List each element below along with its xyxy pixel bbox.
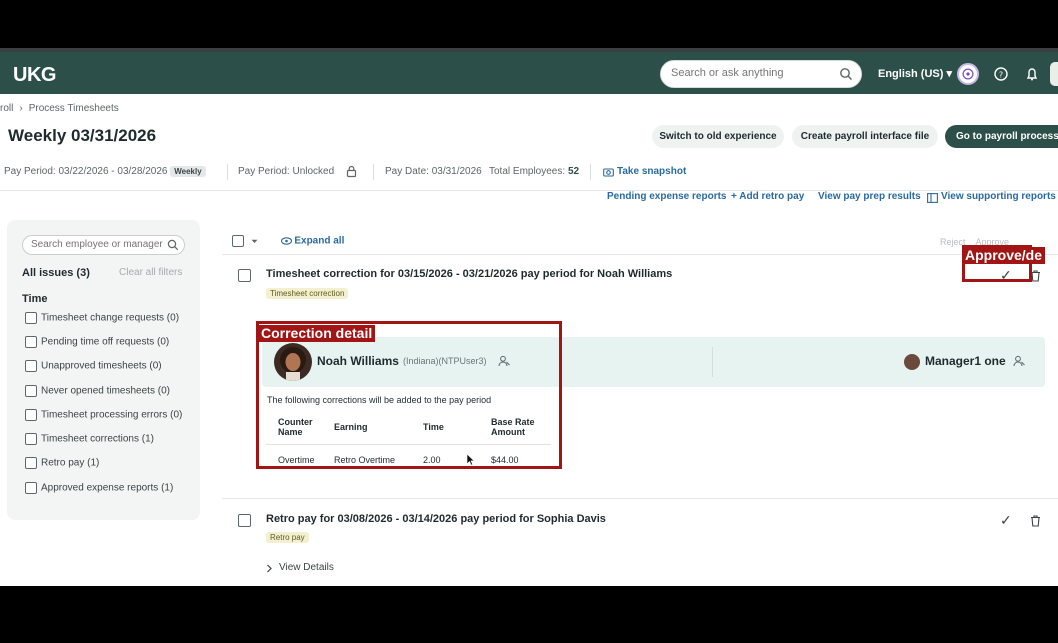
- view-supporting-reports-link[interactable]: View supporting reports: [941, 191, 1056, 202]
- breadcrumb-separator: ›: [19, 103, 23, 114]
- pay-period-value: Pay Period: 03/22/2026 - 03/28/2026: [4, 166, 168, 177]
- checkbox[interactable]: [25, 360, 37, 372]
- filter-pending-time-off[interactable]: Pending time off requests (0): [25, 336, 169, 348]
- checkbox[interactable]: [25, 482, 37, 494]
- clear-filters-link[interactable]: Clear all filters: [119, 267, 182, 278]
- search-icon: [167, 239, 179, 251]
- ukg-logo: UKG: [13, 64, 56, 86]
- pay-date: Pay Date: 03/31/2026: [385, 166, 482, 177]
- breadcrumb-process-timesheets[interactable]: Process Timesheets: [29, 103, 119, 114]
- global-search[interactable]: [660, 60, 862, 88]
- view-details-link[interactable]: View Details: [279, 562, 334, 573]
- filter-label: Never opened timesheets (0): [41, 385, 170, 397]
- divider: [373, 164, 374, 180]
- item-title-retro-pay: Retro pay for 03/08/2026 - 03/14/2026 pa…: [266, 513, 606, 525]
- employee-search-input[interactable]: [31, 239, 166, 250]
- divider: [222, 498, 1058, 499]
- filter-unapproved-timesheets[interactable]: Unapproved timesheets (0): [25, 360, 162, 372]
- timesheet-correction-tag: Timesheet correction: [266, 288, 349, 299]
- divider: [712, 347, 713, 377]
- retro-pay-tag: Retro pay: [266, 532, 309, 543]
- weekly-tag: Weekly: [170, 166, 206, 177]
- checkbox[interactable]: [25, 312, 37, 324]
- camera-icon: [603, 168, 614, 177]
- filter-label: Timesheet processing errors (0): [41, 409, 183, 421]
- pay-period-text: Pay Period: 03/22/2026 - 03/28/2026 Week…: [4, 166, 206, 177]
- divider: [222, 254, 1058, 255]
- filter-label: Approved expense reports (1): [41, 482, 174, 494]
- select-all-checkbox[interactable]: [232, 235, 244, 247]
- breadcrumb: roll › Process Timesheets: [0, 103, 125, 114]
- add-retro-pay-link[interactable]: + Add retro pay: [731, 191, 804, 202]
- filter-timesheet-corrections[interactable]: Timesheet corrections (1): [25, 433, 154, 445]
- user-avatar-icon[interactable]: [957, 63, 979, 85]
- total-employees-count: 52: [567, 166, 580, 177]
- divider: [590, 164, 591, 180]
- list-toolbar: Expand all: [232, 235, 344, 247]
- filter-label: Retro pay (1): [41, 457, 100, 469]
- filter-never-opened[interactable]: Never opened timesheets (0): [25, 385, 170, 397]
- switch-old-experience-button[interactable]: Switch to old experience: [652, 125, 784, 148]
- correction-detail-annotation: [256, 321, 562, 469]
- approve-label: Approve/de: [962, 247, 1046, 264]
- all-issues-label: All issues (3): [22, 267, 90, 279]
- help-icon[interactable]: ?: [990, 63, 1012, 85]
- eye-icon: [280, 237, 292, 245]
- search-icon: [840, 68, 852, 80]
- take-snapshot-link[interactable]: Take snapshot: [617, 166, 686, 177]
- language-selector[interactable]: English (US) ▾: [878, 67, 952, 80]
- item-checkbox[interactable]: [238, 514, 251, 527]
- filter-label: Pending time off requests (0): [41, 336, 170, 348]
- trash-icon[interactable]: [1030, 515, 1041, 527]
- lock-icon[interactable]: [346, 165, 357, 178]
- checkbox[interactable]: [25, 385, 37, 397]
- checkbox[interactable]: [25, 457, 37, 469]
- time-section-heading: Time: [22, 293, 48, 305]
- approve-check-icon[interactable]: ✓: [1000, 512, 1012, 529]
- total-employees: Total Employees: 52: [489, 166, 579, 177]
- filter-label: Unapproved timesheets (0): [41, 360, 162, 372]
- go-to-payroll-processing-button[interactable]: Go to payroll processin: [945, 125, 1058, 148]
- filter-label: Timesheet corrections (1): [41, 433, 154, 445]
- item-title-correction: Timesheet correction for 03/15/2026 - 03…: [266, 268, 673, 280]
- filter-retro-pay[interactable]: Retro pay (1): [25, 457, 99, 469]
- global-search-input[interactable]: [671, 67, 831, 79]
- total-employees-label: Total Employees:: [489, 166, 566, 177]
- app-screen: UKG English (US) ▾ ? roll › Process Timesh…: [0, 48, 1058, 586]
- svg-text:?: ?: [999, 71, 1003, 80]
- pending-expense-link[interactable]: Pending expense reports: [607, 191, 726, 202]
- manager-name[interactable]: Manager1 one: [925, 354, 1006, 368]
- chevron-down-icon[interactable]: [251, 239, 258, 244]
- filter-approved-expense-reports[interactable]: Approved expense reports (1): [25, 482, 173, 494]
- pay-period-status: Pay Period: Unlocked: [238, 166, 335, 177]
- filter-processing-errors[interactable]: Timesheet processing errors (0): [25, 409, 182, 421]
- create-payroll-interface-button[interactable]: Create payroll interface file: [792, 125, 938, 148]
- manager-photo: [904, 354, 920, 370]
- filter-sidebar: All issues (3) Clear all filters Time Ti…: [7, 220, 200, 520]
- correction-detail-label: Correction detail: [258, 325, 376, 342]
- breadcrumb-payroll[interactable]: roll: [0, 103, 13, 114]
- checkbox[interactable]: [25, 336, 37, 348]
- bell-icon[interactable]: [1021, 63, 1043, 85]
- employee-search[interactable]: [22, 235, 185, 255]
- view-pay-prep-link[interactable]: View pay prep results: [818, 191, 921, 202]
- top-bar: UKG English (US) ▾ ?: [0, 48, 1058, 94]
- filter-label: Timesheet change requests (0): [41, 312, 180, 324]
- divider: [227, 164, 228, 180]
- item-checkbox[interactable]: [238, 269, 251, 282]
- checkbox[interactable]: [25, 433, 37, 445]
- page-title: Weekly 03/31/2026: [8, 126, 157, 145]
- user-info-icon[interactable]: [1013, 355, 1025, 367]
- profile-edge[interactable]: [1050, 62, 1058, 86]
- report-icon: [927, 193, 938, 203]
- expand-all-link[interactable]: Expand all: [294, 236, 344, 247]
- chevron-right-icon[interactable]: [266, 564, 273, 573]
- filter-timesheet-change-requests[interactable]: Timesheet change requests (0): [25, 312, 179, 324]
- checkbox[interactable]: [25, 409, 37, 421]
- video-frame: UKG English (US) ▾ ? roll › Process Timesh…: [0, 0, 1058, 643]
